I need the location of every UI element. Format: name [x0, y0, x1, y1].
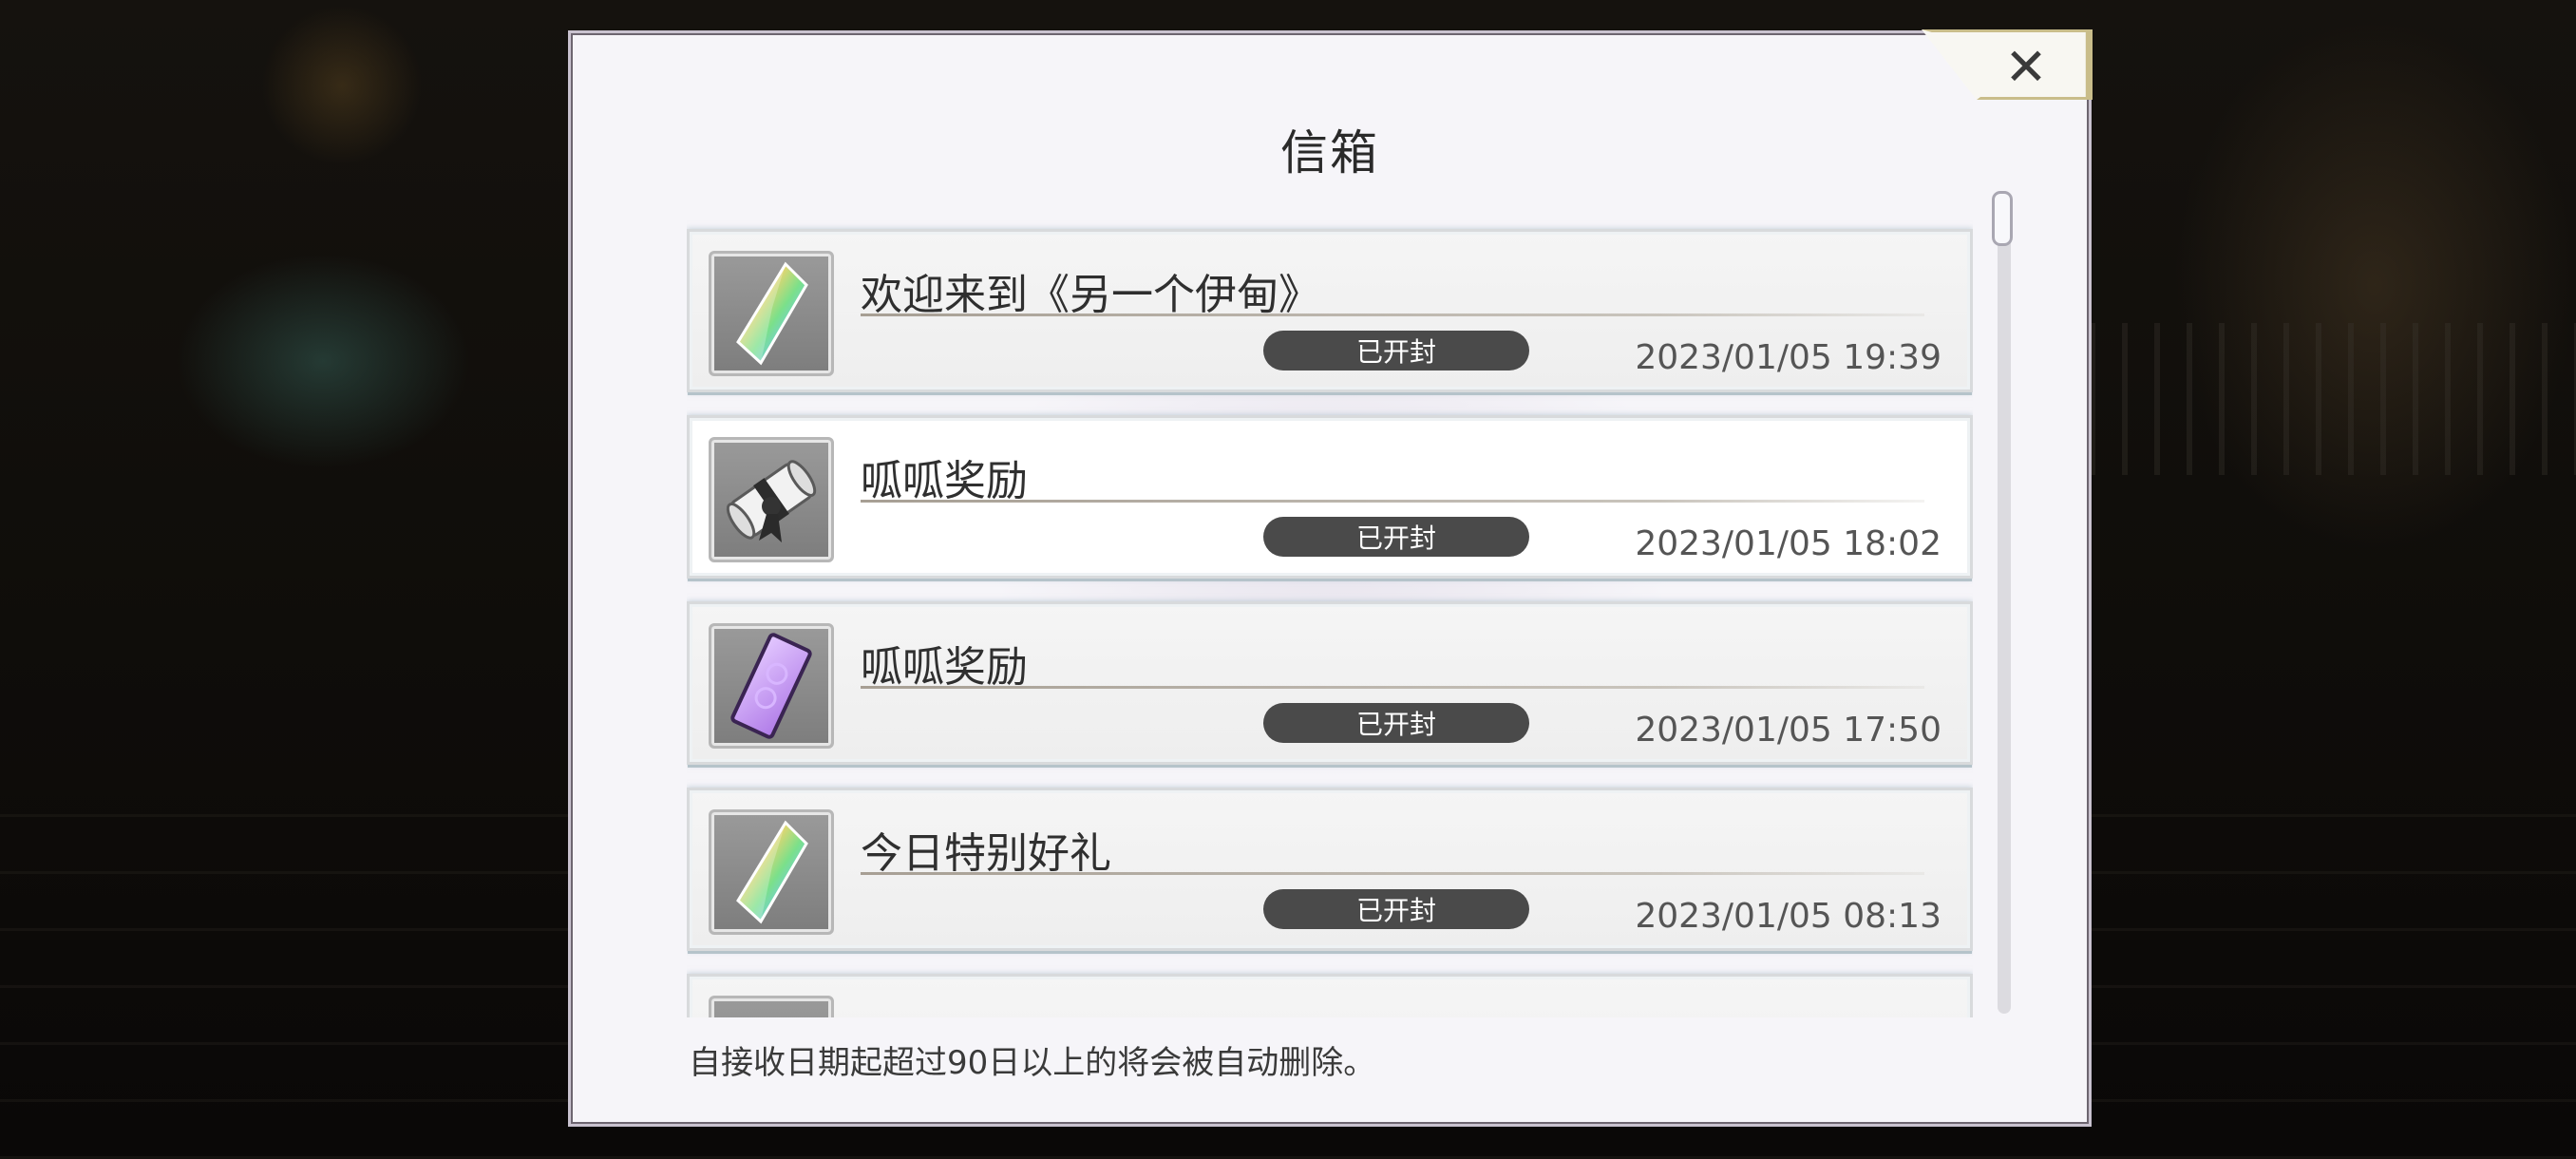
- rainbow-crystal-icon: [709, 809, 834, 935]
- close-icon: ✕: [2004, 36, 2048, 97]
- status-badge: 已开封: [1263, 331, 1529, 370]
- rainbow-crystal-icon: [709, 251, 834, 376]
- auto-delete-notice: 自接收日期起超过90日以上的将会被自动删除。: [689, 1044, 1376, 1082]
- scrollbar-thumb[interactable]: [1992, 191, 2013, 246]
- mail-timestamp: 2023/01/05 19:39: [1635, 338, 1941, 377]
- mail-item[interactable]: 呱呱奖励: [687, 974, 1973, 1017]
- title-divider: [861, 314, 1924, 316]
- title-divider: [861, 686, 1924, 689]
- title-divider: [861, 872, 1924, 875]
- mail-list[interactable]: 欢迎来到《另一个伊甸》 已开封 2023/01/05 19:39 呱呱奖励 已开…: [687, 197, 1973, 1017]
- scroll-icon: [709, 996, 834, 1017]
- mailbox-dialog: ✕ 信箱 欢迎来到《另一个伊甸》 已开封 2023/01/05 19:39 呱呱…: [568, 29, 2093, 1127]
- mail-title: 欢迎来到《另一个伊甸》: [861, 271, 1320, 319]
- mail-item[interactable]: 今日特别好礼 已开封 2023/01/05 08:13: [687, 788, 1973, 951]
- title-divider: [861, 500, 1924, 503]
- mail-title: 今日特别好礼: [861, 829, 1111, 878]
- mail-title: 呱呱奖励: [861, 457, 1028, 505]
- close-button[interactable]: ✕: [1998, 37, 2055, 97]
- mail-timestamp: 2023/01/05 18:02: [1635, 524, 1941, 563]
- background-fence: [2090, 323, 2576, 475]
- mail-item[interactable]: 呱呱奖励 已开封 2023/01/05 17:50: [687, 601, 1973, 765]
- status-badge: 已开封: [1263, 703, 1529, 743]
- dialog-title: 信箱: [1280, 125, 1379, 180]
- mail-item[interactable]: 欢迎来到《另一个伊甸》 已开封 2023/01/05 19:39: [687, 229, 1973, 392]
- status-badge: 已开封: [1263, 517, 1529, 557]
- mail-timestamp: 2023/01/05 17:50: [1635, 711, 1941, 750]
- scroll-icon: [709, 437, 834, 562]
- mail-timestamp: 2023/01/05 08:13: [1635, 897, 1941, 936]
- scrollbar-track[interactable]: [1998, 191, 2011, 1014]
- mail-title: 呱呱奖励: [861, 1005, 1028, 1017]
- purple-ticket-icon: [709, 623, 834, 749]
- mail-title: 呱呱奖励: [861, 643, 1028, 692]
- status-badge: 已开封: [1263, 889, 1529, 929]
- mail-item[interactable]: 呱呱奖励 已开封 2023/01/05 18:02: [687, 415, 1973, 579]
